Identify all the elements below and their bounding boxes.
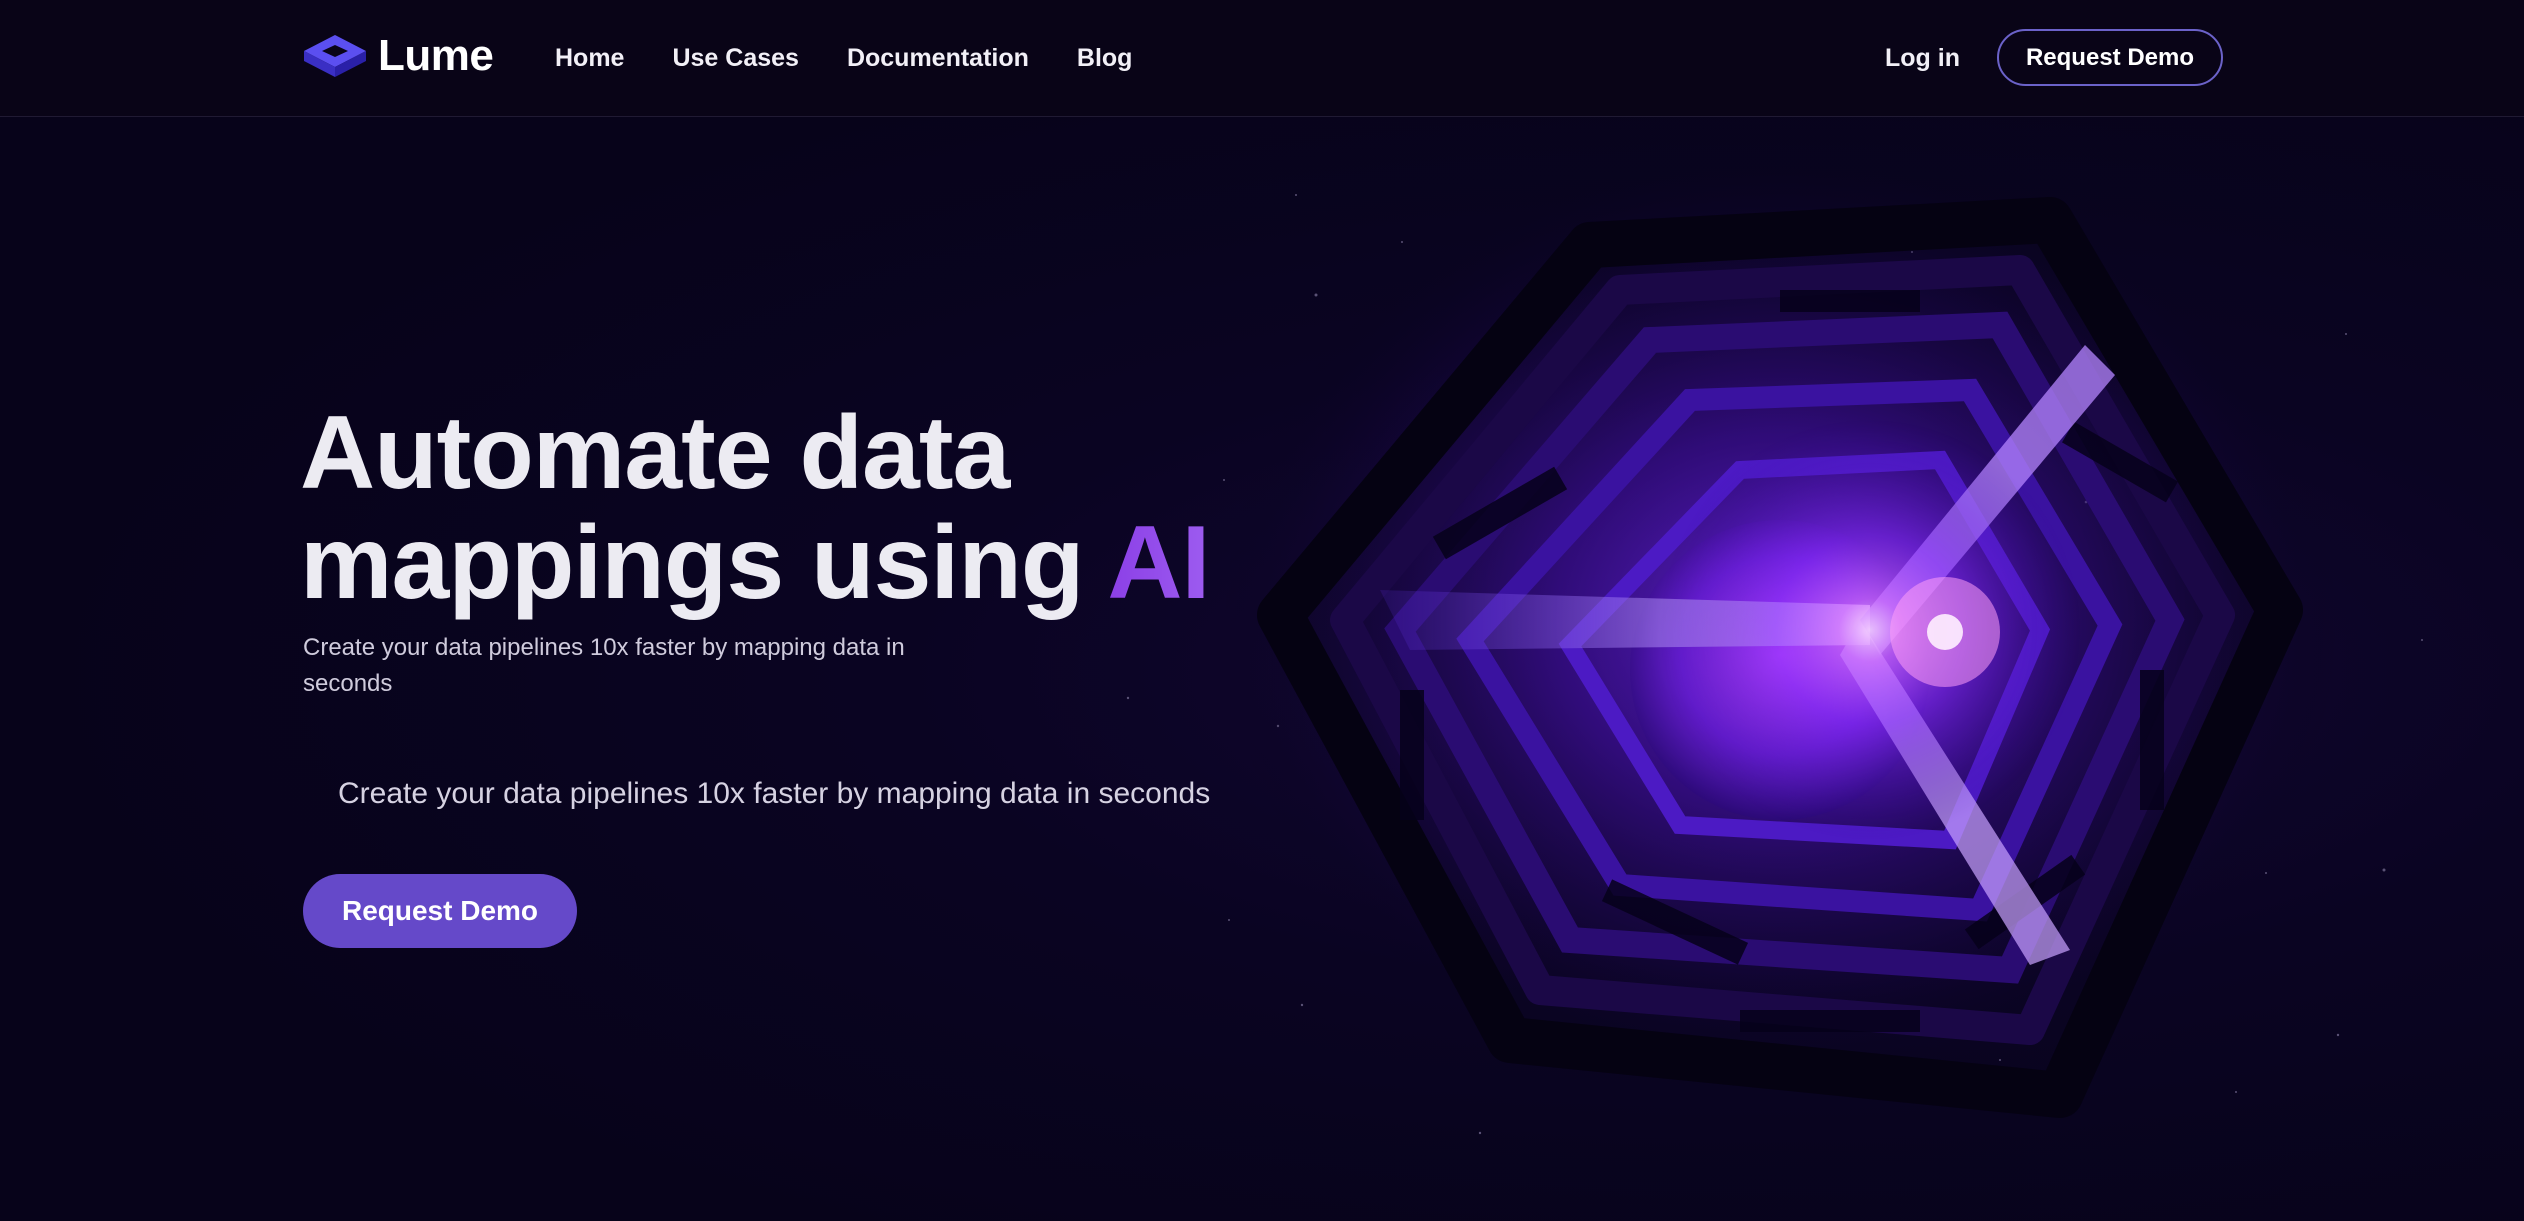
top-navbar: Lume Home Use Cases Documentation Blog L… bbox=[0, 0, 2524, 117]
nav-link-home[interactable]: Home bbox=[555, 44, 624, 73]
hero-subtitle-small: Create your data pipelines 10x faster by… bbox=[303, 634, 905, 697]
hero-title-accent: AI bbox=[1107, 505, 1210, 621]
hero-title-line-1: Automate data bbox=[300, 395, 1010, 511]
brand-logo-link[interactable]: Lume bbox=[302, 28, 494, 84]
login-link[interactable]: Log in bbox=[1885, 0, 1960, 116]
landing-page: Lume Home Use Cases Documentation Blog L… bbox=[0, 0, 2524, 1221]
nav-link-use-cases[interactable]: Use Cases bbox=[672, 44, 798, 73]
nav-link-blog[interactable]: Blog bbox=[1077, 44, 1133, 73]
nav-link-documentation[interactable]: Documentation bbox=[847, 44, 1029, 73]
glowing-hexagon-cube-illustration-icon bbox=[1220, 150, 2340, 1118]
main-nav: Home Use Cases Documentation Blog bbox=[555, 0, 1180, 116]
hero-subtitle-large: Create your data pipelines 10x faster by… bbox=[338, 777, 1211, 810]
isometric-cube-logo-icon bbox=[304, 35, 366, 77]
brand-name: Lume bbox=[378, 31, 494, 80]
nav-request-demo-button[interactable]: Request Demo bbox=[1997, 29, 2223, 86]
hero-title: Automate data mappings using AI bbox=[300, 395, 1210, 621]
hero-request-demo-button[interactable]: Request Demo bbox=[303, 874, 577, 948]
hero-title-line-2: mappings using bbox=[300, 505, 1108, 621]
